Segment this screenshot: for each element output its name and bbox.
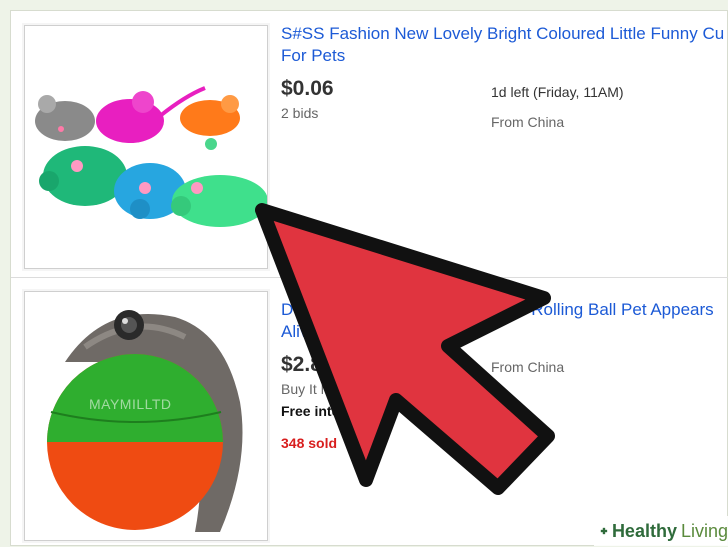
listing-format: Buy It N (281, 381, 331, 397)
listing-image-rolling-ball[interactable]: MAYMILLTD (24, 291, 268, 541)
listing-divider (11, 277, 728, 278)
listing-title-link[interactable]: S#SS Fashion New Lovely Bright Coloured … (281, 23, 728, 67)
listing-title-line: Aliv (281, 322, 309, 341)
listing-title-line: D Rolling Ball Pet Appears (281, 299, 728, 321)
listing-price: $2.8 (281, 353, 322, 376)
listing-title-line: S#SS Fashion New Lovely Bright Coloured … (281, 24, 725, 43)
brand-text-healthy: Healthy (611, 520, 677, 541)
brand-logo: Healthy Living (594, 516, 728, 546)
listing-bids: 2 bids (281, 105, 319, 121)
listing-title-start: D (281, 300, 294, 319)
listing-item: MAYMILLTD D Rolling Ball Pet Appears Aliv… (11, 281, 728, 547)
search-results-panel: S#SS Fashion New Lovely Bright Coloured … (10, 10, 728, 546)
listing-price: $0.06 (281, 77, 334, 100)
listing-item: S#SS Fashion New Lovely Bright Coloured … (11, 11, 728, 273)
listing-title-link[interactable]: D Rolling Ball Pet Appears Aliv (281, 299, 728, 343)
listing-sold-count: 348 sold (281, 435, 338, 451)
listing-location: From China (491, 114, 565, 130)
listing-title-line: For Pets (281, 46, 346, 65)
listing-time-left: 1d left (Friday, 11AM) (491, 84, 624, 100)
listing-image-mice-toys[interactable] (24, 25, 268, 269)
listing-location: From China (491, 359, 565, 375)
listing-title-end: Rolling Ball Pet Appears (531, 300, 714, 319)
brand-text-living: Living (680, 520, 728, 541)
listing-shipping: Free inter (281, 403, 345, 419)
image-watermark: MAYMILLTD (89, 396, 172, 412)
healthy-living-icon (600, 527, 608, 535)
